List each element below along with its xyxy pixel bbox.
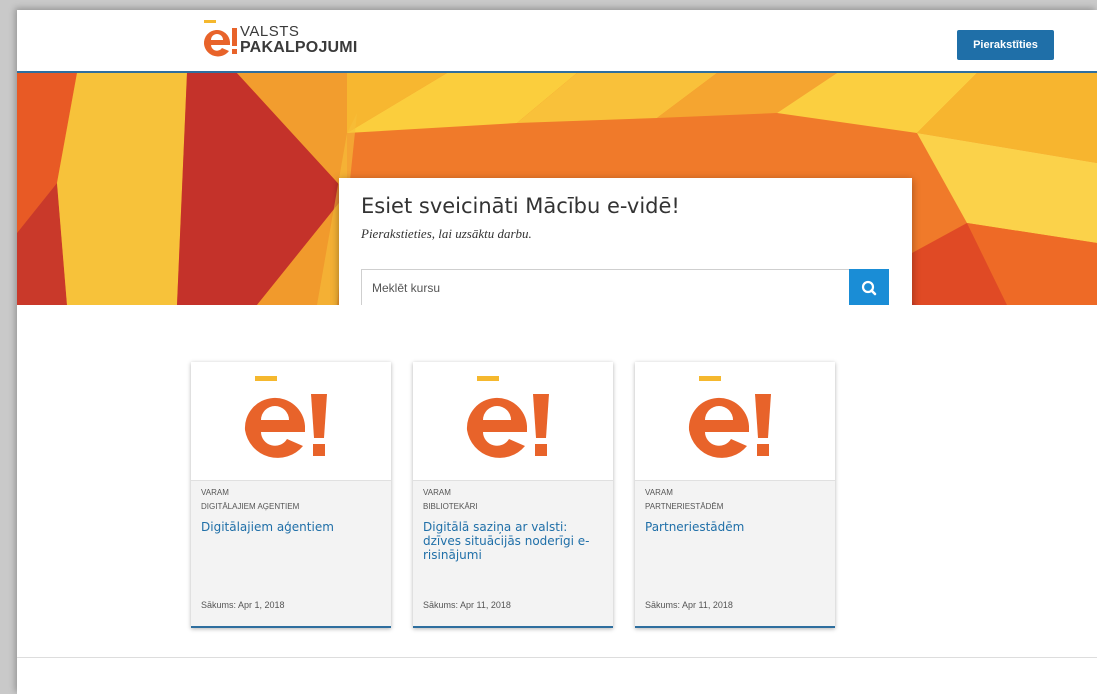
course-category: DIGITĀLAJIEM AĢENTIEM — [201, 502, 300, 511]
course-image — [635, 362, 835, 481]
course-search — [361, 269, 889, 305]
course-image — [413, 362, 613, 481]
search-input[interactable] — [362, 270, 850, 305]
course-category: PARTNERIESTĀDĒM — [645, 502, 724, 511]
course-category: BIBLIOTEKĀRI — [423, 502, 478, 511]
course-start-date: Sākums: Apr 11, 2018 — [423, 600, 511, 610]
top-bar: VALSTS PAKALPOJUMI Pierakstīties — [17, 10, 1097, 73]
site-logo[interactable]: VALSTS PAKALPOJUMI — [200, 18, 400, 62]
browser-window: VALSTS PAKALPOJUMI Pierakstīties Esiet s… — [17, 10, 1097, 694]
course-title-link[interactable]: Digitālajiem aģentiem — [201, 520, 381, 534]
course-organization: VARAM — [423, 488, 451, 497]
logo-text-pakalpojumi: PAKALPOJUMI — [240, 39, 358, 56]
e-logo-icon — [466, 376, 549, 458]
welcome-title: Esiet sveicināti Mācību e-vidē! — [361, 194, 680, 218]
e-logo-icon — [688, 376, 771, 458]
course-title-link[interactable]: Partneriestādēm — [645, 520, 825, 534]
course-image — [191, 362, 391, 481]
e-logo-icon — [203, 20, 237, 57]
footer-divider — [17, 657, 1097, 658]
search-icon — [861, 280, 877, 296]
welcome-panel: Esiet sveicināti Mācību e-vidē! Pierakst… — [339, 178, 912, 305]
course-organization: VARAM — [645, 488, 673, 497]
course-start-date: Sākums: Apr 1, 2018 — [201, 600, 285, 610]
hero-banner: Esiet sveicināti Mācību e-vidē! Pierakst… — [17, 73, 1097, 305]
course-card[interactable]: VARAM DIGITĀLAJIEM AĢENTIEM Digitālajiem… — [191, 362, 391, 628]
login-button[interactable]: Pierakstīties — [957, 30, 1054, 60]
e-logo-icon — [244, 376, 327, 458]
course-start-date: Sākums: Apr 11, 2018 — [645, 600, 733, 610]
welcome-subtitle: Pierakstieties, lai uzsāktu darbu. — [361, 226, 532, 241]
course-card[interactable]: VARAM PARTNERIESTĀDĒM Partneriestādēm Sā… — [635, 362, 835, 628]
course-organization: VARAM — [201, 488, 229, 497]
search-button[interactable] — [849, 269, 889, 305]
course-card[interactable]: VARAM BIBLIOTEKĀRI Digitālā saziņa ar va… — [413, 362, 613, 628]
course-title-link[interactable]: Digitālā saziņa ar valsti: dzīves situāc… — [423, 520, 603, 562]
logo-text-valsts: VALSTS — [240, 23, 300, 40]
